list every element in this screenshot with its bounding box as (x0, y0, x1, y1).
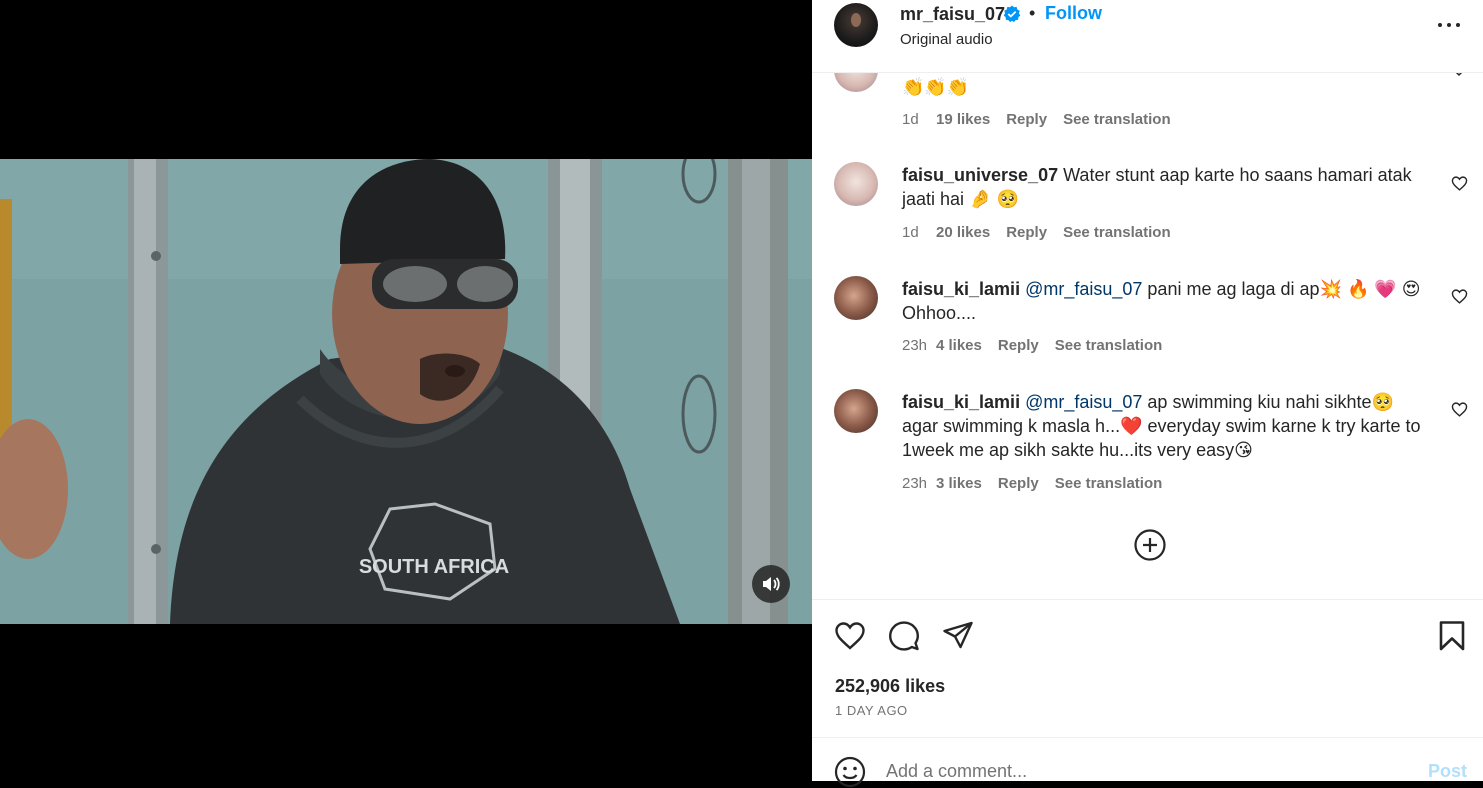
follow-button[interactable]: Follow (1045, 3, 1102, 24)
dot-separator: • (1029, 3, 1036, 23)
see-translation-button[interactable]: See translation (1063, 224, 1171, 241)
commenter-avatar[interactable] (834, 162, 878, 206)
comment-meta: 23h 4 likes Reply See translation (902, 337, 1162, 354)
see-translation-button[interactable]: See translation (1063, 111, 1171, 128)
heart-icon[interactable] (1451, 288, 1468, 305)
speaker-icon (763, 577, 780, 591)
reply-button[interactable]: Reply (1006, 224, 1047, 241)
comment-body: 👏👏👏 (902, 77, 970, 97)
reply-button[interactable]: Reply (998, 337, 1039, 354)
comment-input[interactable] (886, 758, 1386, 784)
post-timestamp[interactable]: 1 DAY AGO (835, 703, 908, 718)
comment-time[interactable]: 23h (902, 475, 936, 492)
comment-bubble-icon[interactable] (888, 620, 920, 652)
reply-button[interactable]: Reply (1006, 111, 1047, 128)
video-player[interactable]: SOUTH AFRICA (0, 159, 812, 624)
commenter-avatar[interactable] (834, 389, 878, 433)
commenter-avatar[interactable] (834, 73, 878, 92)
more-options-icon[interactable] (1438, 20, 1460, 30)
heart-icon[interactable] (1451, 175, 1468, 192)
post-details-panel: mr_faisu_07 • Follow Original audio 👏👏👏 … (812, 0, 1483, 788)
comment-meta: 1d 19 likes Reply See translation (902, 111, 1171, 128)
comment-text: faisu_universe_07 Water stunt aap karte … (902, 163, 1432, 211)
comment-time[interactable]: 1d (902, 111, 936, 128)
author-avatar[interactable] (834, 3, 878, 47)
mute-button[interactable] (752, 565, 790, 603)
heart-icon[interactable] (834, 620, 866, 652)
bookmark-icon[interactable] (1436, 620, 1468, 652)
commenter-username[interactable]: faisu_ki_lamii (902, 279, 1020, 299)
post-button[interactable]: Post (1428, 761, 1467, 782)
reply-button[interactable]: Reply (998, 475, 1039, 492)
media-area: SOUTH AFRICA (0, 0, 812, 781)
comment-text: 👏👏👏 (902, 75, 1432, 99)
video-frame: SOUTH AFRICA (0, 159, 812, 624)
heart-icon[interactable] (1451, 401, 1468, 418)
action-bar: 252,906 likes 1 DAY AGO (812, 599, 1483, 738)
comment-meta: 1d 20 likes Reply See translation (902, 224, 1171, 241)
likes-count[interactable]: 252,906 likes (835, 676, 945, 697)
shirt-logo-text: SOUTH AFRICA (359, 556, 509, 578)
comment-mention[interactable]: @mr_faisu_07 (1025, 279, 1142, 299)
post-header: mr_faisu_07 • Follow Original audio (812, 0, 1483, 73)
chevron-down-icon[interactable] (1452, 73, 1466, 81)
author-username[interactable]: mr_faisu_07 (900, 4, 1005, 25)
comment-likes[interactable]: 4 likes (936, 337, 982, 354)
see-translation-button[interactable]: See translation (1055, 475, 1163, 492)
commenter-avatar[interactable] (834, 276, 878, 320)
commenter-username[interactable]: faisu_ki_lamii (902, 392, 1020, 412)
comment-time[interactable]: 1d (902, 224, 936, 241)
comment-time[interactable]: 23h (902, 337, 936, 354)
comment-text: faisu_ki_lamii @mr_faisu_07 ap swimming … (902, 390, 1432, 462)
comment-mention[interactable]: @mr_faisu_07 (1025, 392, 1142, 412)
commenter-username[interactable]: faisu_universe_07 (902, 165, 1058, 185)
verified-badge-icon (1003, 5, 1021, 23)
comment-meta: 23h 3 likes Reply See translation (902, 475, 1162, 492)
paper-plane-icon[interactable] (942, 620, 974, 652)
see-translation-button[interactable]: See translation (1055, 337, 1163, 354)
comment-text: faisu_ki_lamii @mr_faisu_07 pani me ag l… (902, 277, 1432, 325)
plus-circle-icon[interactable] (1133, 528, 1167, 562)
audio-label[interactable]: Original audio (900, 31, 993, 48)
comment-composer: Post (812, 737, 1483, 788)
comment-likes[interactable]: 3 likes (936, 475, 982, 492)
comment-likes[interactable]: 19 likes (936, 111, 990, 128)
smiley-icon[interactable] (834, 756, 866, 788)
comments-list[interactable]: 👏👏👏 1d 19 likes Reply See translation fa… (812, 73, 1483, 599)
comment-likes[interactable]: 20 likes (936, 224, 990, 241)
